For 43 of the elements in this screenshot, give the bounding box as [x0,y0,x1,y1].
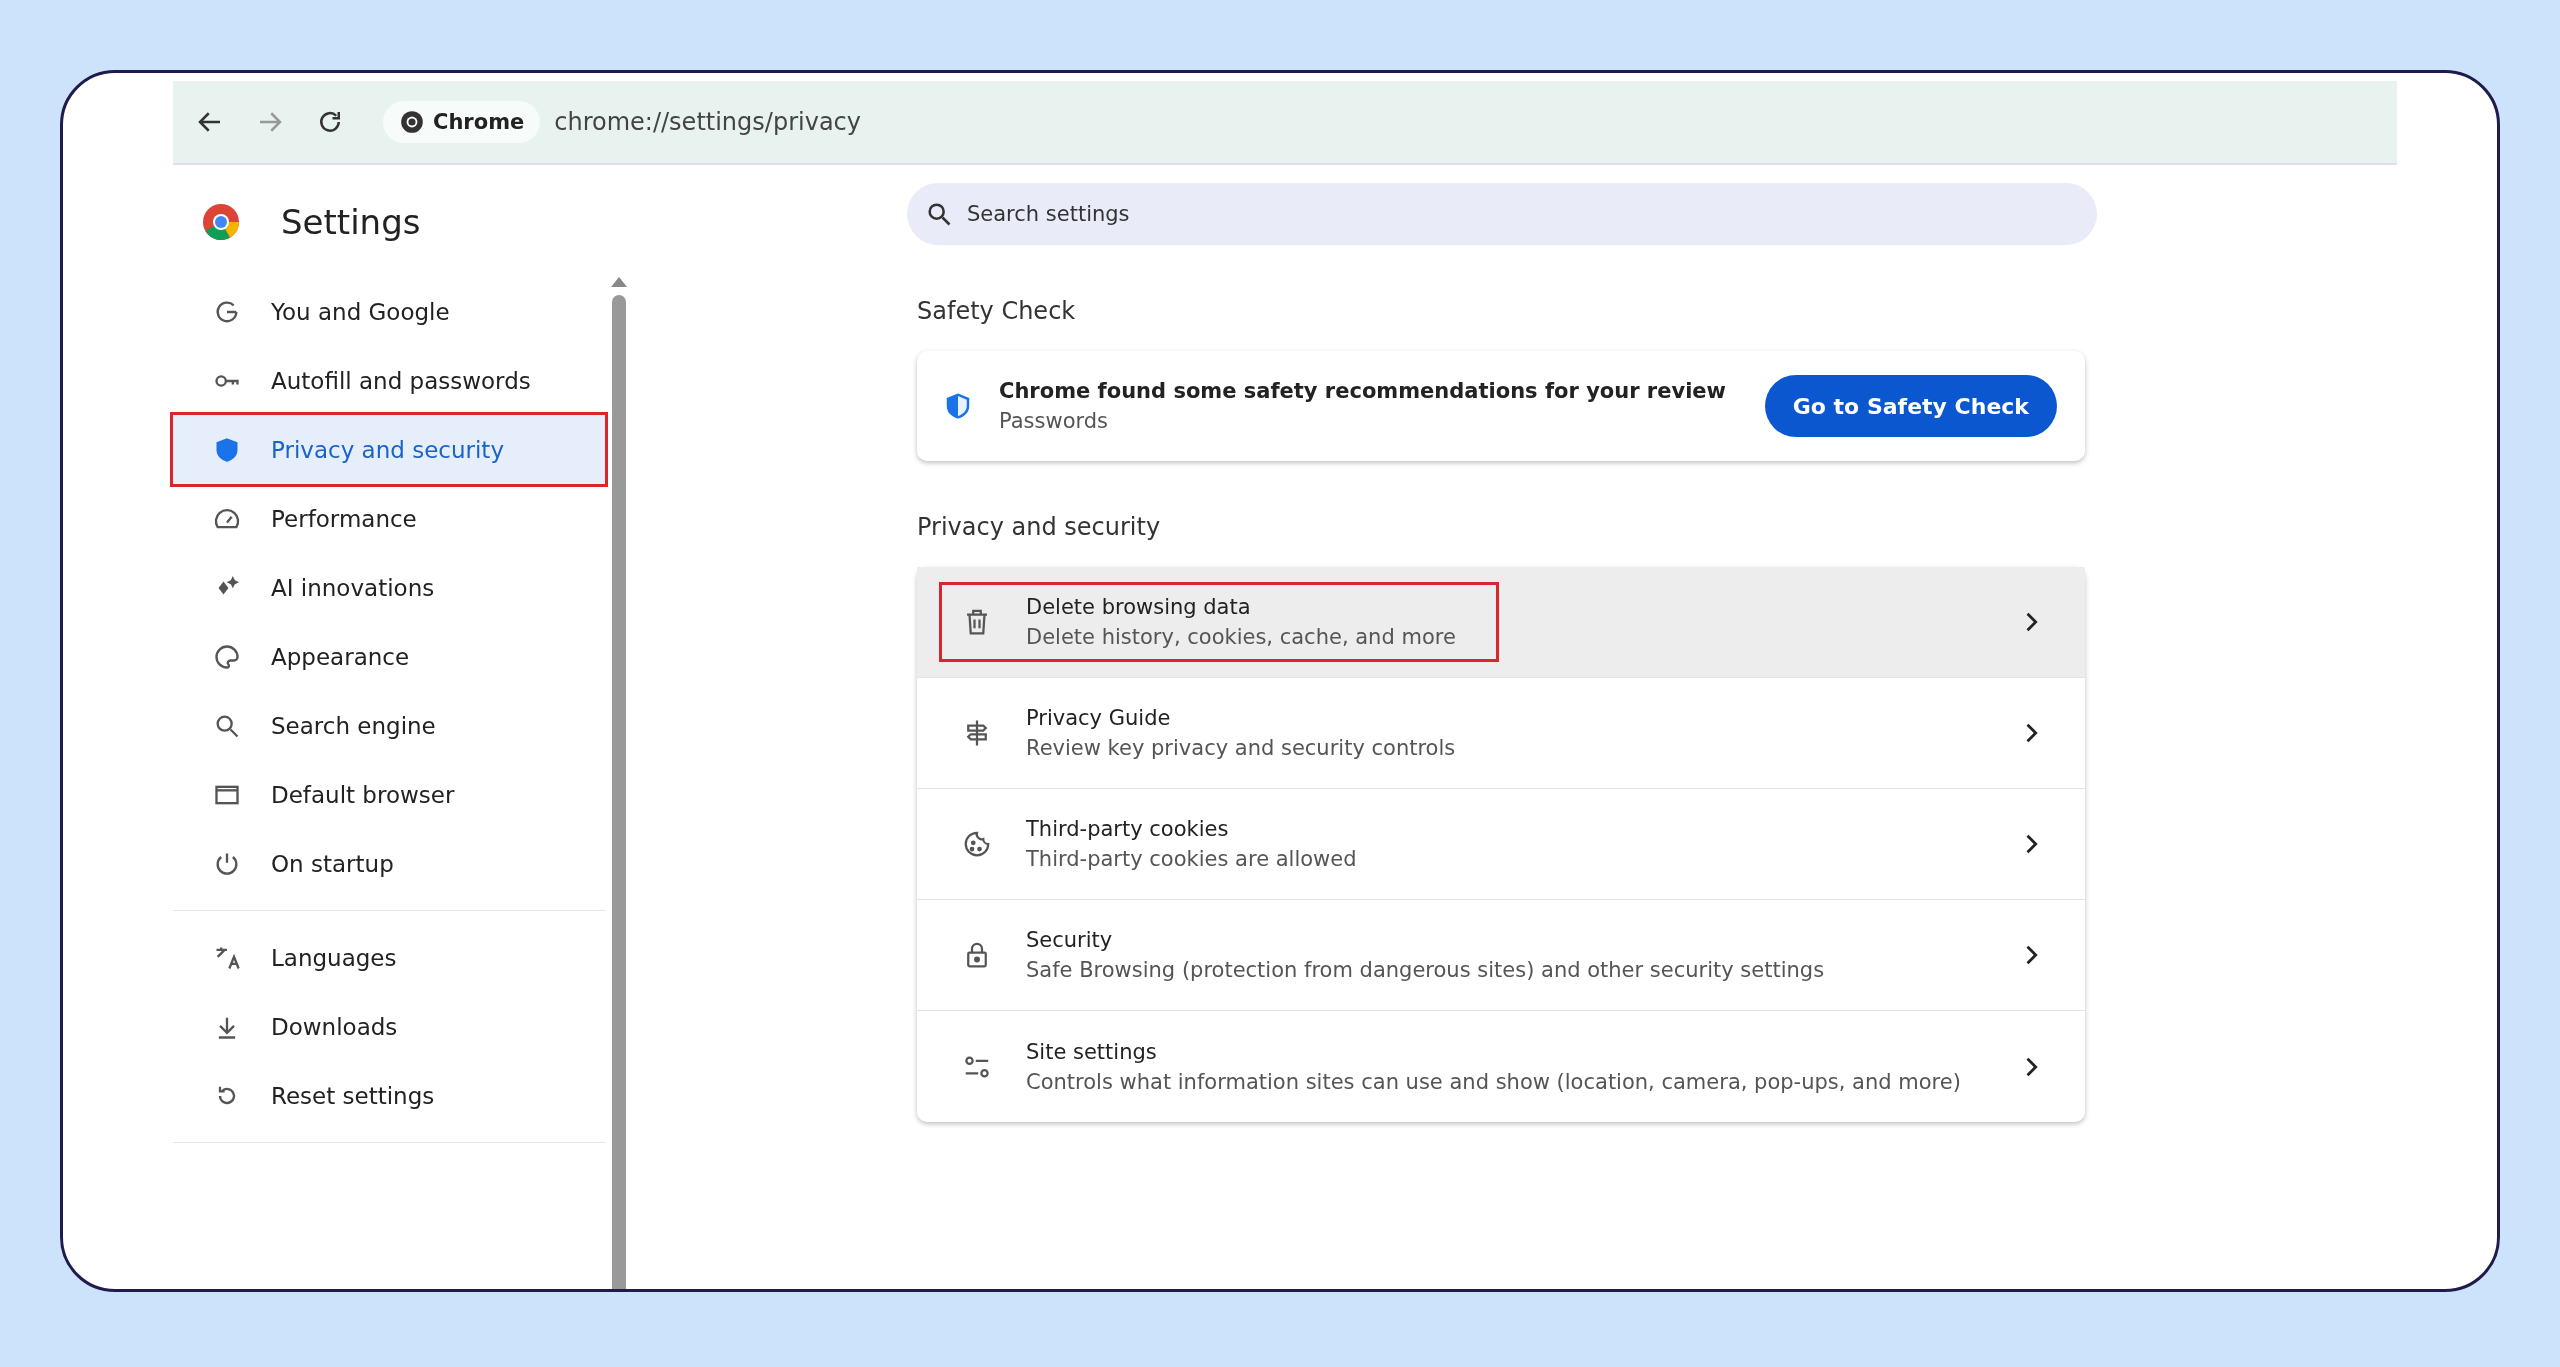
sidebar-item[interactable]: Privacy and security [173,415,605,484]
row-title: Privacy Guide [1026,706,1172,730]
settings-row[interactable]: Site settings Controls what information sites can use and show (location, camera, pop-ups, and more) [917,1011,2085,1122]
search-icon [925,200,953,228]
scrollbar[interactable] [611,277,627,1289]
row-subtitle: Review key privacy and security controls [1026,736,1456,760]
sidebar-item[interactable]: Performance [173,484,605,553]
sidebar-item[interactable]: Appearance [173,622,605,691]
row-subtitle: Third-party cookies are allowed [1026,847,1357,871]
safety-check-title: Chrome found some safety recommendations for your review [999,379,1727,403]
safety-check-subtitle: Passwords [999,409,1110,433]
palette-icon [213,642,241,671]
sidebar-item[interactable]: Search engine [173,691,605,760]
url-text: chrome://settings/privacy [554,108,861,136]
chrome-logo-icon [201,202,241,242]
search-field[interactable]: Search settings [907,183,2097,245]
row-subtitle: Controls what information sites can use and show (location, camera, pop-ups, and more) [1026,1069,1961,1094]
sidebar-item[interactable]: AI innovations [173,553,605,622]
address-bar[interactable]: Chrome chrome://settings/privacy [375,95,2397,149]
safety-check-button[interactable]: Go to Safety Check [1764,375,2057,437]
sidebar-item[interactable]: Default browser [173,760,605,829]
sidebar-item[interactable]: You and Google [173,277,605,346]
row-title: Security [1026,928,1114,952]
app-title: Settings [281,202,421,242]
settings-row[interactable]: Third-party cookies Third-party cookies are allowed [917,789,2085,900]
browser-logo-icon [399,109,425,135]
sidebar-item[interactable]: Reset settings [173,1061,605,1130]
row-subtitle: Safe Browsing (protection from dangerous sites) and other security settings [1026,958,1825,982]
sidebar-item[interactable]: Downloads [173,992,605,1061]
row-title: Site settings [1026,1039,1158,1064]
row-title: Third-party cookies [1026,817,1230,841]
sidebar-item[interactable]: On startup [173,829,605,898]
sidebar-item[interactable]: Autofill and passwords [173,346,605,415]
settings-row[interactable]: Delete browsing data Delete history, cookies, cache, and more [917,567,2085,678]
row-title: Delete browsing data [1026,595,1252,619]
row-subtitle: Delete history, cookies, cache, and more [1026,625,1456,649]
section-heading: Safety Check [917,297,1077,325]
settings-row[interactable]: Security Safe Browsing (protection from dangerous sites) and other security settings [917,900,2085,1011]
site-chip[interactable]: Chrome [383,101,541,143]
cookie-icon [962,829,992,859]
section-heading: Privacy and security [917,513,1162,541]
settings-row[interactable]: Privacy Guide Review key privacy and security controls [917,678,2085,789]
sidebar-item[interactable]: Languages [173,923,605,992]
